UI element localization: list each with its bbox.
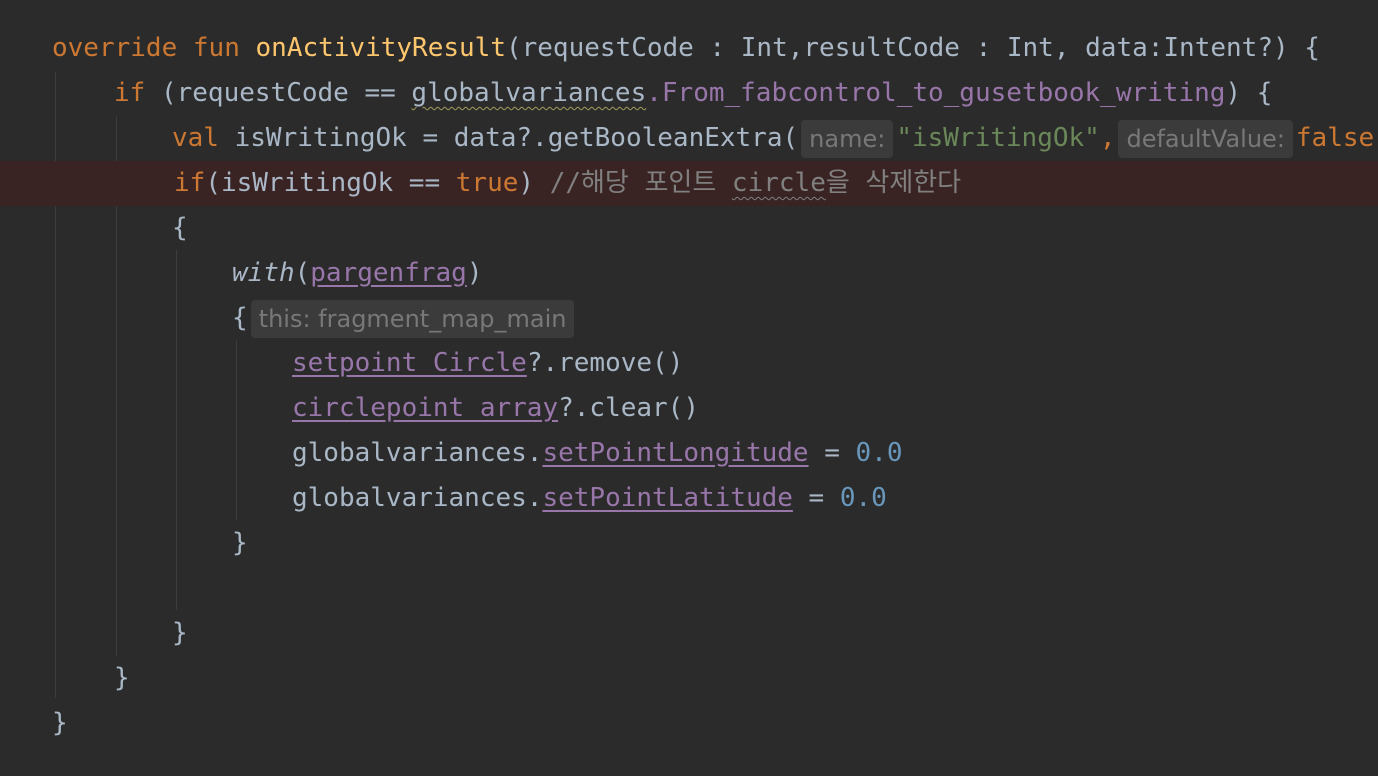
param-hint-name: name:: [801, 119, 894, 158]
code-line-9[interactable]: circlepoint_array?.clear(): [0, 386, 1378, 431]
comment: //해당 포인트 circle을 삭제한다: [550, 168, 961, 198]
open-brace: {: [232, 303, 248, 333]
comment-text: //해당 포인트: [549, 168, 732, 198]
keyword-val: val: [172, 123, 219, 153]
close-brace: }: [52, 708, 68, 738]
object-ref: globalvariances.: [292, 438, 543, 468]
code-line-13-empty[interactable]: [0, 566, 1378, 611]
code-line-16[interactable]: }: [0, 701, 1378, 746]
code-line-11[interactable]: globalvariances.setPointLatitude = 0.0: [0, 476, 1378, 521]
open-brace: {: [172, 213, 188, 243]
comment-text-end: 을 삭제한다: [825, 168, 962, 198]
function-params: (requestCode : Int,resultCode : Int, dat…: [505, 33, 1320, 63]
assign-op: =: [792, 483, 840, 513]
code-line-15[interactable]: }: [0, 656, 1378, 701]
condition-text: (requestCode ==: [145, 78, 412, 108]
assign-op: =: [808, 438, 856, 468]
code-line-7[interactable]: {this: fragment_map_main: [0, 296, 1378, 341]
string-literal: "isWritingOk": [896, 123, 1100, 153]
set-point-latitude-ref[interactable]: setPointLatitude: [542, 483, 792, 513]
code-line-10[interactable]: globalvariances.setPointLongitude = 0.0: [0, 431, 1378, 476]
keyword-if: if: [174, 168, 206, 198]
keyword-if: if: [114, 78, 146, 108]
code-line-14[interactable]: }: [0, 611, 1378, 656]
code-line-12[interactable]: }: [0, 521, 1378, 566]
globalvariances-ref[interactable]: globalvariances: [411, 78, 646, 108]
code-line-1[interactable]: override fun onActivityResult(requestCod…: [0, 26, 1378, 71]
set-point-longitude-ref[interactable]: setPointLongitude: [542, 438, 808, 468]
number-literal: 0.0: [855, 438, 903, 468]
call-text: ?.remove(): [526, 348, 684, 378]
keyword-true: true: [455, 168, 519, 198]
param-hint-default: defaultValue:: [1118, 119, 1293, 158]
condition-close: ): [518, 168, 550, 198]
code-line-8[interactable]: setpoint_Circle?.remove(): [0, 341, 1378, 386]
code-line-2[interactable]: if (requestCode == globalvariances.From_…: [0, 71, 1378, 116]
call-text: isWritingOk = data?.getBooleanExtra(: [218, 123, 799, 153]
comma: ,: [1099, 123, 1116, 153]
number-literal: 0.0: [839, 483, 887, 513]
close-brace: }: [232, 528, 248, 558]
close-brace: }: [172, 618, 188, 648]
condition-close: ) {: [1225, 78, 1273, 108]
code-line-6[interactable]: with(pargenfrag): [0, 251, 1378, 296]
function-name: onActivityResult: [255, 33, 506, 63]
comment-typo-word: circle: [731, 168, 826, 198]
code-line-5[interactable]: {: [0, 206, 1378, 251]
paren-open: (: [294, 258, 311, 288]
setpoint-circle-ref[interactable]: setpoint_Circle: [292, 348, 527, 378]
pargenfrag-ref[interactable]: pargenfrag: [310, 258, 467, 288]
code-line-3[interactable]: val isWritingOk = data?.getBooleanExtra(…: [0, 116, 1378, 161]
code-line-4-current[interactable]: if(isWritingOk == true) //해당 포인트 circle을…: [0, 161, 1378, 206]
call-text: ?.clear(): [558, 393, 699, 423]
circlepoint-array-ref[interactable]: circlepoint_array: [292, 393, 558, 423]
object-ref: globalvariances.: [292, 483, 543, 513]
close-brace: }: [114, 663, 130, 693]
paren-close: ): [466, 258, 483, 288]
code-editor[interactable]: override fun onActivityResult(requestCod…: [0, 0, 1378, 776]
with-function[interactable]: with: [232, 258, 295, 288]
keyword-fun: fun: [192, 33, 240, 63]
keyword-override: override: [52, 33, 178, 63]
keyword-false: false: [1295, 123, 1375, 153]
condition-text: (isWritingOk ==: [205, 168, 456, 198]
receiver-hint: this: fragment_map_main: [250, 299, 575, 338]
call-close: ): [1374, 123, 1378, 153]
constant-ref[interactable]: .From_fabcontrol_to_gusetbook_writing: [646, 78, 1225, 108]
